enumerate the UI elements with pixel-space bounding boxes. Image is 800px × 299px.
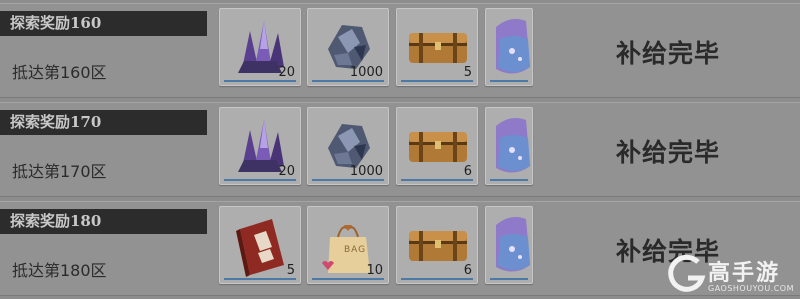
- item-quantity: 5: [286, 263, 295, 278]
- item-quantity: 20: [278, 164, 295, 179]
- reward-condition: 抵达第160区: [12, 63, 107, 82]
- reward-item-slot[interactable]: 20: [219, 107, 301, 185]
- reward-list: 探索奖励160 抵达第160区 20 1000 5 补给完毕 探索奖励170 抵…: [0, 0, 800, 299]
- reward-item-slot[interactable]: [485, 107, 533, 185]
- reward-row: 探索奖励160 抵达第160区 20 1000 5 补给完毕: [0, 3, 800, 98]
- reward-item-slot[interactable]: 6: [396, 107, 478, 185]
- item-quantity: 10: [366, 263, 383, 278]
- reward-row: 探索奖励170 抵达第170区 20 1000 6 补给完毕: [0, 102, 800, 197]
- reward-item-slot[interactable]: 6: [396, 206, 478, 284]
- reward-item-slot[interactable]: 20: [219, 8, 301, 86]
- reward-item-slot[interactable]: 1000: [307, 8, 389, 86]
- status-label: 补给完毕: [616, 138, 721, 167]
- potion-bottle-icon: [496, 19, 530, 74]
- watermark-url: GAOSHOUYOU.COM: [708, 284, 795, 293]
- potion-bottle-icon: [496, 118, 530, 173]
- reward-title: 探索奖励180: [0, 209, 207, 234]
- status-label: 补给完毕: [616, 39, 721, 68]
- reward-item-slot[interactable]: 5: [219, 206, 301, 284]
- item-quantity: 1000: [349, 65, 383, 80]
- reward-condition: 抵达第170区: [12, 162, 107, 181]
- reward-item-slot[interactable]: [485, 206, 533, 284]
- item-quantity: 20: [278, 65, 295, 80]
- item-quantity: 6: [463, 263, 472, 278]
- watermark-logo: 高手游 GAOSHOUYOU.COM: [664, 252, 798, 297]
- g-logo-icon: [668, 254, 706, 292]
- item-quantity: 5: [463, 65, 472, 80]
- reward-condition: 抵达第180区: [12, 261, 107, 280]
- watermark-name: 高手游: [708, 261, 781, 286]
- reward-item-slot[interactable]: 1000: [307, 107, 389, 185]
- reward-title: 探索奖励160: [0, 11, 207, 36]
- potion-bottle-icon: [496, 217, 530, 272]
- item-quantity: 6: [463, 164, 472, 179]
- reward-title: 探索奖励170: [0, 110, 207, 135]
- reward-item-slot[interactable]: 5: [396, 8, 478, 86]
- item-quantity: 1000: [349, 164, 383, 179]
- reward-item-slot[interactable]: BAG 10: [307, 206, 389, 284]
- bag-label: BAG: [344, 245, 367, 255]
- reward-item-slot[interactable]: [485, 8, 533, 86]
